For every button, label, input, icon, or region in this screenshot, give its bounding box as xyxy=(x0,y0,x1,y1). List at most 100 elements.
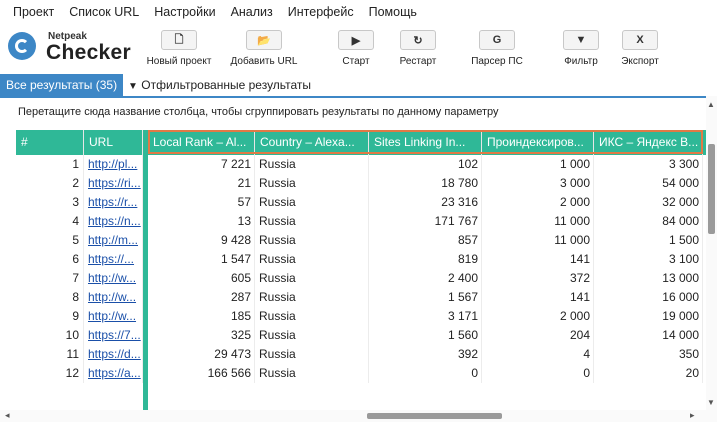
table-row[interactable]: 4 https://n... 13 Russia 171 767 11 000 84 000 xyxy=(0,212,706,231)
scroll-right-icon[interactable]: ▸ xyxy=(690,410,695,421)
add-url-icon: 📂 xyxy=(246,30,282,50)
row-number: 7 xyxy=(16,269,84,288)
row-number: 6 xyxy=(16,250,84,269)
row-url[interactable]: https://... xyxy=(84,250,143,269)
row-number: 1 xyxy=(16,155,84,174)
horizontal-scroll-thumb[interactable] xyxy=(367,413,502,419)
row-number: 9 xyxy=(16,307,84,326)
scroll-up-icon[interactable]: ▲ xyxy=(707,100,715,109)
row-iks: 84 000 xyxy=(594,212,703,231)
row-number: 12 xyxy=(16,364,84,383)
table-row[interactable]: 5 http://m... 9 428 Russia 857 11 000 1 500 xyxy=(0,231,706,250)
row-url[interactable]: http://w... xyxy=(84,269,143,288)
row-indexed: 1 000 xyxy=(482,155,594,174)
row-url[interactable]: https://7... xyxy=(84,326,143,345)
row-sites-linking: 23 316 xyxy=(369,193,482,212)
row-url[interactable]: https://a... xyxy=(84,364,143,383)
table-row[interactable]: 2 https://ri... 21 Russia 18 780 3 000 54 000 xyxy=(0,174,706,193)
row-url[interactable]: https://d... xyxy=(84,345,143,364)
row-sites-linking: 2 400 xyxy=(369,269,482,288)
column-header-local-rank[interactable]: Local Rank – Al... xyxy=(148,130,255,155)
table-row[interactable]: 3 https://r... 57 Russia 23 316 2 000 32 000 xyxy=(0,193,706,212)
restart-icon: ↻ xyxy=(400,30,436,50)
menu-help[interactable]: Помощь xyxy=(369,5,417,19)
group-by-drop-area[interactable]: Перетащите сюда название столбца, чтобы … xyxy=(18,106,499,118)
row-number: 8 xyxy=(16,288,84,307)
row-iks: 3 300 xyxy=(594,155,703,174)
row-url[interactable]: http://m... xyxy=(84,231,143,250)
column-header-indexed[interactable]: Проиндексиров... xyxy=(482,130,594,155)
serp-parser-label: Парсер ПС xyxy=(471,56,523,67)
tab-filtered-label: Отфильтрованные результаты xyxy=(141,78,312,92)
row-indexed: 2 000 xyxy=(482,193,594,212)
new-project-button[interactable]: 🗋 Новый проект xyxy=(146,30,212,67)
export-label: Экспорт xyxy=(621,56,659,67)
row-url[interactable]: https://n... xyxy=(84,212,143,231)
export-button[interactable]: X Экспорт xyxy=(614,30,666,67)
scroll-left-icon[interactable]: ◂ xyxy=(5,410,10,421)
row-local-rank: 325 xyxy=(148,326,255,345)
tab-filtered-results[interactable]: ▼ Отфильтрованные результаты xyxy=(122,74,317,96)
table-row[interactable]: 7 http://w... 605 Russia 2 400 372 13 000 xyxy=(0,269,706,288)
table-row[interactable]: 11 https://d... 29 473 Russia 392 4 350 xyxy=(0,345,706,364)
row-number: 11 xyxy=(16,345,84,364)
row-iks: 32 000 xyxy=(594,193,703,212)
vertical-scroll-thumb[interactable] xyxy=(708,144,715,234)
filter-label: Фильтр xyxy=(564,56,598,67)
row-iks: 19 000 xyxy=(594,307,703,326)
column-header-iks[interactable]: ИКС – Яндекс В... xyxy=(594,130,703,155)
table-row[interactable]: 10 https://7... 325 Russia 1 560 204 14 000 xyxy=(0,326,706,345)
table-row[interactable]: 9 http://w... 185 Russia 3 171 2 000 19 000 xyxy=(0,307,706,326)
row-sites-linking: 0 xyxy=(369,364,482,383)
row-local-rank: 9 428 xyxy=(148,231,255,250)
menu-bar: Проект Список URL Настройки Анализ Интер… xyxy=(0,0,717,24)
start-label: Старт xyxy=(342,56,370,67)
row-url[interactable]: http://w... xyxy=(84,288,143,307)
menu-interface[interactable]: Интерфейс xyxy=(288,5,354,19)
row-local-rank: 57 xyxy=(148,193,255,212)
menu-project[interactable]: Проект xyxy=(13,5,54,19)
row-iks: 20 xyxy=(594,364,703,383)
row-url[interactable]: http://pl... xyxy=(84,155,143,174)
column-header-number[interactable]: # xyxy=(16,130,84,155)
toolbar: Netpeak Checker 🗋 Новый проект 📂 Добавит… xyxy=(0,24,717,72)
table-row[interactable]: 8 http://w... 287 Russia 1 567 141 16 000 xyxy=(0,288,706,307)
row-indexed: 372 xyxy=(482,269,594,288)
row-country: Russia xyxy=(255,212,369,231)
row-iks: 3 100 xyxy=(594,250,703,269)
row-iks: 54 000 xyxy=(594,174,703,193)
menu-analysis[interactable]: Анализ xyxy=(231,5,273,19)
row-iks: 14 000 xyxy=(594,326,703,345)
row-country: Russia xyxy=(255,231,369,250)
filter-button[interactable]: ▼ Фильтр xyxy=(556,30,606,67)
row-iks: 350 xyxy=(594,345,703,364)
add-url-button[interactable]: 📂 Добавить URL xyxy=(227,30,301,67)
scroll-down-icon[interactable]: ▼ xyxy=(707,398,715,407)
menu-url-list[interactable]: Список URL xyxy=(69,5,139,19)
row-country: Russia xyxy=(255,345,369,364)
restart-button[interactable]: ↻ Рестарт xyxy=(392,30,444,67)
start-button[interactable]: ▶ Старт xyxy=(333,30,379,67)
column-header-url[interactable]: URL xyxy=(84,130,143,155)
row-indexed: 204 xyxy=(482,326,594,345)
row-country: Russia xyxy=(255,174,369,193)
table-row[interactable]: 12 https://a... 166 566 Russia 0 0 20 xyxy=(0,364,706,383)
table-row[interactable]: 6 https://... 1 547 Russia 819 141 3 100 xyxy=(0,250,706,269)
horizontal-scrollbar[interactable]: ◂ ▸ xyxy=(0,410,717,422)
table-row[interactable]: 1 http://pl... 7 221 Russia 102 1 000 3 300 xyxy=(0,155,706,174)
row-url[interactable]: https://r... xyxy=(84,193,143,212)
row-number: 2 xyxy=(16,174,84,193)
restart-label: Рестарт xyxy=(399,56,437,67)
grid-header: # URL Local Rank – Al... Country – Alexa… xyxy=(16,130,706,155)
menu-settings[interactable]: Настройки xyxy=(154,5,215,19)
row-url[interactable]: https://ri... xyxy=(84,174,143,193)
serp-parser-button[interactable]: G Парсер ПС xyxy=(467,30,527,67)
row-local-rank: 185 xyxy=(148,307,255,326)
tab-all-results[interactable]: Все результаты (35) xyxy=(0,74,124,96)
row-url[interactable]: http://w... xyxy=(84,307,143,326)
column-header-sites-linking[interactable]: Sites Linking In... xyxy=(369,130,482,155)
row-country: Russia xyxy=(255,364,369,383)
new-project-icon: 🗋 xyxy=(161,30,197,50)
vertical-scrollbar[interactable]: ▲ ▼ xyxy=(706,96,717,410)
column-header-country[interactable]: Country – Alexa... xyxy=(255,130,369,155)
